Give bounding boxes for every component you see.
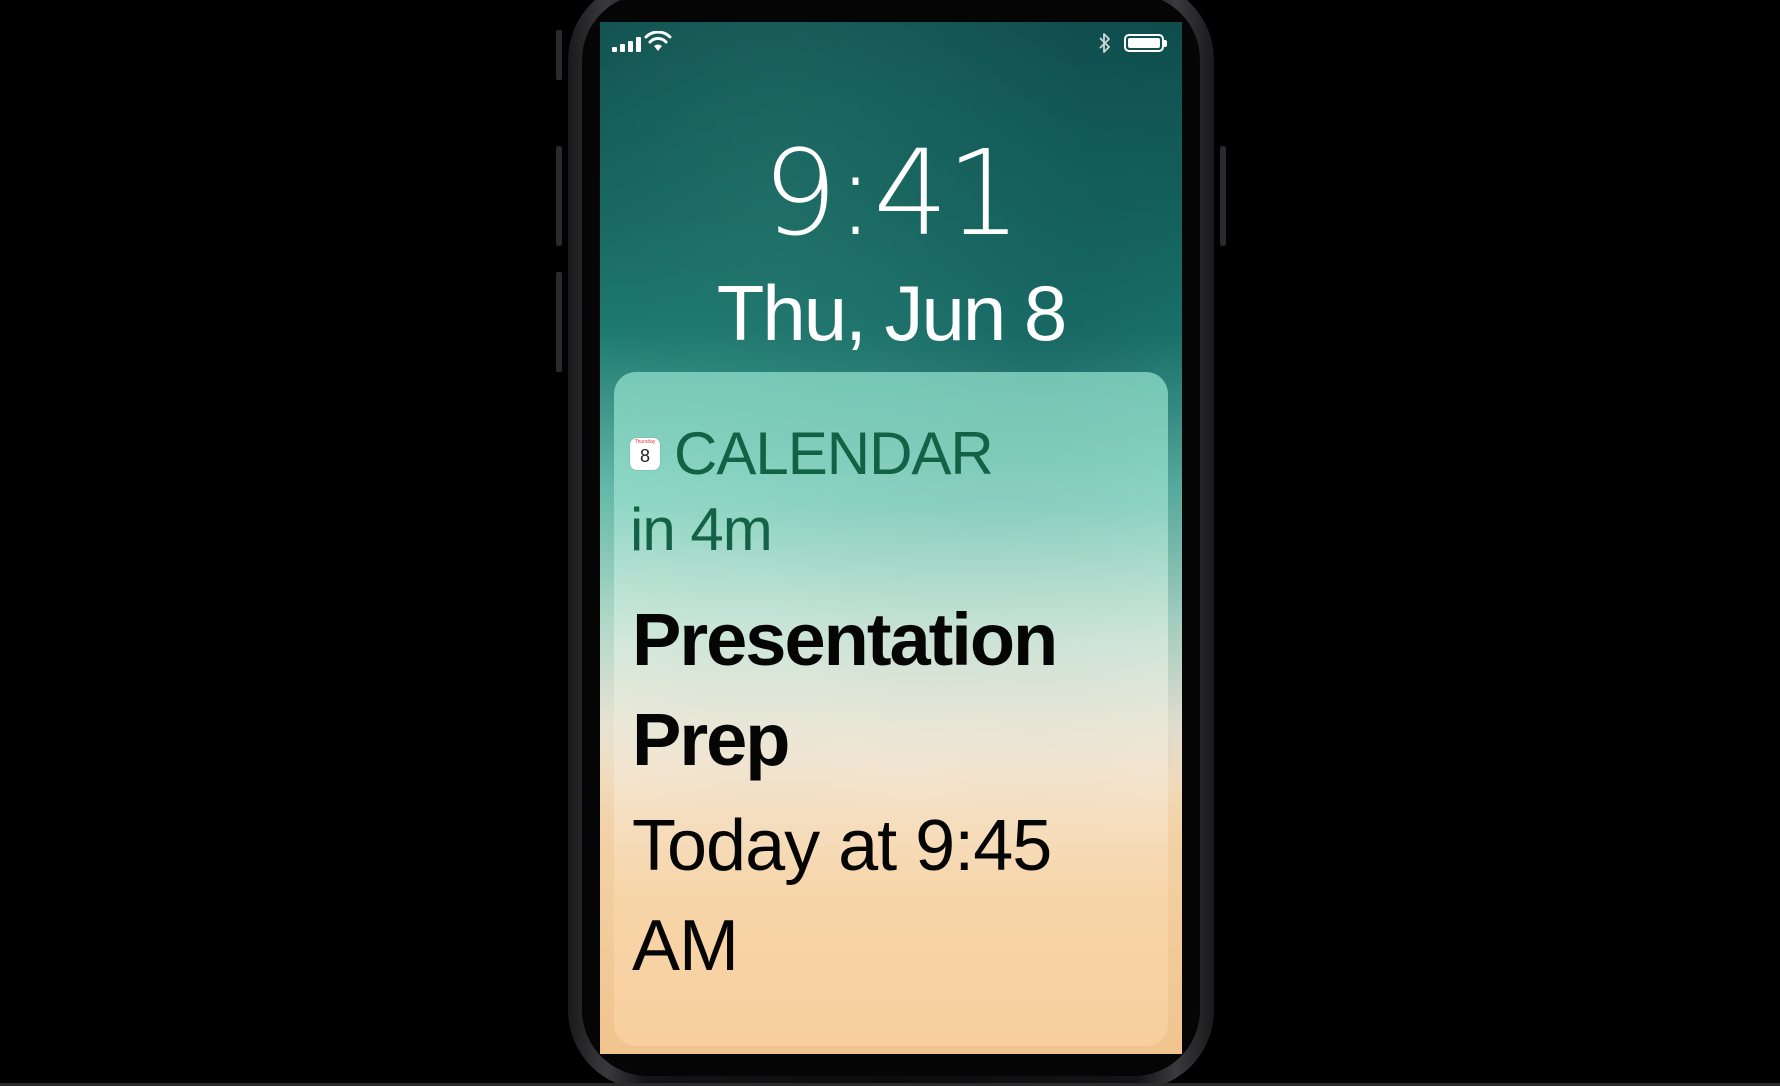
lock-clock: 9:41 <box>762 124 1022 262</box>
volume-down-button <box>556 146 562 246</box>
cellular-signal-icon <box>612 36 641 52</box>
bluetooth-icon <box>1099 33 1110 53</box>
power-button <box>1220 146 1226 246</box>
notification-title: Presentation Prep <box>632 598 1058 781</box>
notification-body: Today at 9:45 AM <box>632 806 1052 986</box>
calendar-notification[interactable]: Thursday 8 CALENDAR in 4m Presentation P… <box>614 372 1168 1046</box>
lock-screen[interactable]: 9:41 Thu, Jun 8 Thursday 8 CALENDAR in 4… <box>600 22 1182 1054</box>
notification-header: Thursday 8 CALENDAR <box>630 420 994 487</box>
calendar-icon-day: 8 <box>639 446 650 466</box>
calendar-app-icon: Thursday 8 <box>630 438 660 470</box>
volume-up-button <box>556 30 562 80</box>
battery-icon <box>1124 34 1167 52</box>
lock-date: Thu, Jun 8 <box>716 269 1068 357</box>
notification-app-name: CALENDAR <box>674 420 994 487</box>
notification-time: in 4m <box>630 496 773 563</box>
mute-switch <box>556 272 562 372</box>
status-bar <box>600 22 1182 66</box>
calendar-icon-weekday: Thursday <box>634 439 656 445</box>
wifi-icon <box>644 31 672 51</box>
stage: 9:41 Thu, Jun 8 Thursday 8 CALENDAR in 4… <box>0 0 1780 1086</box>
